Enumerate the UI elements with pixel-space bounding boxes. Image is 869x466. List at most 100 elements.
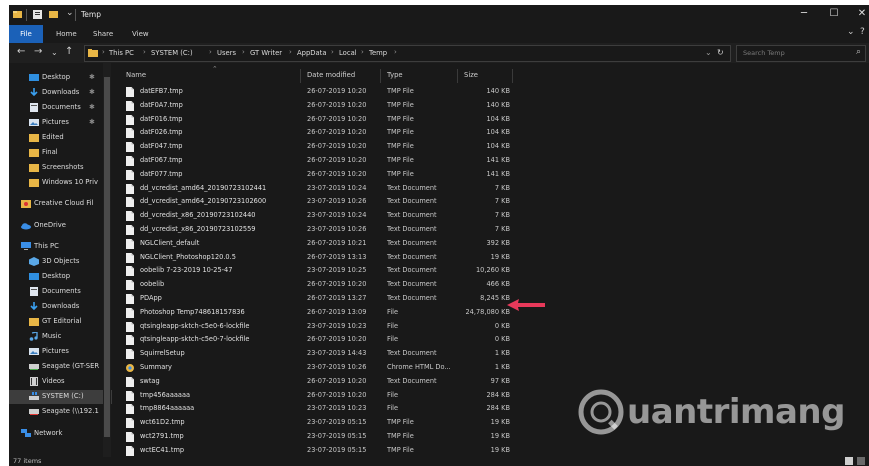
sidebar-item-3d-objects[interactable]: 3D Objects <box>9 255 112 269</box>
sidebar-item-system-c[interactable]: SYSTEM (C:) <box>9 390 112 404</box>
close-icon[interactable]: ✕ <box>855 8 869 19</box>
scrollbar-thumb[interactable] <box>104 77 110 437</box>
pin-icon[interactable]: ✱ <box>89 103 95 111</box>
new-folder-icon[interactable] <box>49 10 58 19</box>
help-icon[interactable]: ? <box>860 27 865 37</box>
breadcrumb-separator: › <box>331 48 334 56</box>
pin-icon[interactable]: ✱ <box>89 88 95 96</box>
column-header-type[interactable]: Type <box>387 71 403 79</box>
breadcrumb-appdata[interactable]: AppData <box>297 49 327 57</box>
sidebar-item-desktop[interactable]: Desktop <box>9 270 112 284</box>
column-separator[interactable] <box>457 69 458 83</box>
column-separator[interactable] <box>512 69 513 83</box>
sidebar-item-windows10[interactable]: Windows 10 Priv <box>9 176 112 190</box>
sidebar-item-screenshots[interactable]: Screenshots <box>9 161 112 175</box>
maximize-icon[interactable]: ☐ <box>827 8 841 19</box>
file-row[interactable]: swtag 26-07-2019 10:20 Text Document 97 KB <box>122 375 522 389</box>
file-row[interactable]: qtsingleapp-sktch-c5e0-7-lockfile 26-07-2… <box>122 333 522 347</box>
file-row[interactable]: datF067.tmp 26-07-2019 10:20 TMP File 141 K… <box>122 154 522 168</box>
sidebar-item-videos[interactable]: Videos <box>9 375 112 389</box>
column-separator[interactable] <box>300 69 301 83</box>
refresh-icon[interactable]: ↻ <box>717 48 724 57</box>
breadcrumb-local[interactable]: Local <box>339 49 357 57</box>
sidebar-item-documents[interactable]: Documents <box>9 285 112 299</box>
sidebar-item-pictures-quick[interactable]: Pictures ✱ <box>9 116 112 130</box>
tab-file[interactable]: File <box>9 25 43 43</box>
file-row[interactable]: wct2791.tmp 23-07-2019 05:15 TMP File 19 KB <box>122 430 522 444</box>
column-header-date[interactable]: Date modified <box>307 71 355 79</box>
file-row[interactable]: PDApp 26-07-2019 13:27 Text Document 8,245 … <box>122 292 522 306</box>
file-row[interactable]: NGLClient_Photoshop120.0.5 26-07-2019 13:… <box>122 251 522 265</box>
file-row[interactable]: dd_vcredist_amd64_20190723102600 23-07-20… <box>122 195 522 209</box>
breadcrumb-system-c[interactable]: SYSTEM (C:) <box>151 49 193 57</box>
tab-view[interactable]: View <box>132 25 149 43</box>
column-separator[interactable] <box>380 69 381 83</box>
network-drive-icon <box>29 364 39 370</box>
sidebar-item-downloads-quick[interactable]: Downloads ✱ <box>9 86 112 100</box>
sidebar-item-this-pc[interactable]: This PC <box>9 240 112 254</box>
file-row[interactable]: datF016.tmp 26-07-2019 10:20 TMP File 104 K… <box>122 113 522 127</box>
tab-home[interactable]: Home <box>56 25 77 43</box>
file-row[interactable]: NGLClient_default 26-07-2019 10:21 Text Do… <box>122 237 522 251</box>
file-row[interactable]: tmp456aaaaaa 26-07-2019 10:20 File 284 KB <box>122 389 522 403</box>
file-row[interactable]: dd_vcredist_x86_20190723102559 23-07-2019… <box>122 223 522 237</box>
sidebar-item-desktop-quick[interactable]: Desktop ✱ <box>9 71 112 85</box>
file-row[interactable]: oobelib 26-07-2019 10:20 Text Document 466 … <box>122 278 522 292</box>
sidebar-item-documents-quick[interactable]: Documents ✱ <box>9 101 112 115</box>
properties-icon[interactable] <box>33 10 42 19</box>
sidebar-item-creative-cloud[interactable]: Creative Cloud Fil <box>9 197 112 211</box>
file-row[interactable]: qtsingleapp-sktch-c5e0-6-lockfile 23-07-2… <box>122 320 522 334</box>
sidebar-item-music[interactable]: Music <box>9 330 112 344</box>
column-header-size[interactable]: Size <box>464 71 478 79</box>
navigation-scrollbar[interactable] <box>103 63 111 457</box>
quick-access-dropdown-icon[interactable]: ⌄ <box>66 8 74 18</box>
file-row[interactable]: datF026.tmp 26-07-2019 10:20 TMP File 104 K… <box>122 126 522 140</box>
search-box[interactable]: Search Temp ⌕ <box>736 45 866 62</box>
file-row[interactable]: datF077.tmp 26-07-2019 10:20 TMP File 141 K… <box>122 168 522 182</box>
forward-arrow-icon[interactable]: → <box>34 46 42 57</box>
pin-icon[interactable]: ✱ <box>89 73 95 81</box>
recent-locations-icon[interactable]: ⌄ <box>51 48 58 57</box>
pin-icon[interactable]: ✱ <box>89 118 95 126</box>
file-row[interactable]: dd_vcredist_x86_20190723102440 23-07-2019… <box>122 209 522 223</box>
back-arrow-icon[interactable]: ← <box>17 46 25 57</box>
file-type: TMP File <box>387 128 414 137</box>
file-row[interactable]: Summary 23-07-2019 10:26 Chrome HTML Do...… <box>122 361 522 375</box>
breadcrumb-this-pc[interactable]: This PC <box>109 49 134 57</box>
details-view-icon[interactable] <box>845 457 853 465</box>
sidebar-item-downloads[interactable]: Downloads <box>9 300 112 314</box>
sidebar-item-label: Pictures <box>42 118 69 126</box>
sidebar-item-onedrive[interactable]: OneDrive <box>9 219 112 233</box>
address-dropdown-icon[interactable]: ⌄ <box>705 48 712 57</box>
file-row[interactable]: wct61D2.tmp 23-07-2019 05:15 TMP File 19 KB <box>122 416 522 430</box>
file-row[interactable]: tmp8864aaaaaa 23-07-2019 10:23 File 284 KB <box>122 402 522 416</box>
file-row[interactable]: datF047.tmp 26-07-2019 10:20 TMP File 104 K… <box>122 140 522 154</box>
breadcrumb-users[interactable]: Users <box>217 49 236 57</box>
sidebar-item-seagate-gt[interactable]: Seagate (GT-SER <box>9 360 112 374</box>
sidebar-item-final[interactable]: Final <box>9 146 112 160</box>
minimize-icon[interactable]: ─ <box>797 8 811 19</box>
search-icon[interactable]: ⌕ <box>856 47 861 57</box>
title-separator <box>26 9 27 21</box>
address-bar[interactable]: › This PC › SYSTEM (C:) › Users › GT Wri… <box>84 45 731 62</box>
sidebar-item-seagate-192[interactable]: Seagate (\\192.1 <box>9 405 112 419</box>
file-row[interactable]: oobelib 7-23-2019 10-25-47 23-07-2019 10:… <box>122 264 522 278</box>
expand-ribbon-icon[interactable]: ⌄ <box>847 27 855 37</box>
breadcrumb-temp[interactable]: Temp <box>369 49 387 57</box>
sidebar-item-gt-editorial[interactable]: GT Editorial <box>9 315 112 329</box>
sidebar-item-network[interactable]: Network <box>9 427 112 441</box>
sidebar-item-edited[interactable]: Edited <box>9 131 112 145</box>
up-arrow-icon[interactable]: ↑ <box>65 46 73 57</box>
tab-share[interactable]: Share <box>93 25 113 43</box>
file-row[interactable]: datEFB7.tmp 26-07-2019 10:20 TMP File 140 K… <box>122 85 522 99</box>
file-row[interactable]: Photoshop Temp748618157836 26-07-2019 13:… <box>122 306 522 320</box>
file-row[interactable]: dd_vcredist_amd64_20190723102441 23-07-20… <box>122 182 522 196</box>
sidebar-item-pictures[interactable]: Pictures <box>9 345 112 359</box>
file-row[interactable]: wctEC41.tmp 23-07-2019 05:15 TMP File 19 KB <box>122 444 522 457</box>
sidebar-item-label: Desktop <box>42 73 71 81</box>
large-icons-view-icon[interactable] <box>857 457 865 465</box>
column-header-name[interactable]: Name <box>126 71 146 79</box>
breadcrumb-gt-writer[interactable]: GT Writer <box>250 49 282 57</box>
file-row[interactable]: datF0A7.tmp 26-07-2019 10:20 TMP File 140 K… <box>122 99 522 113</box>
file-row[interactable]: SquirrelSetup 23-07-2019 14:43 Text Docume… <box>122 347 522 361</box>
